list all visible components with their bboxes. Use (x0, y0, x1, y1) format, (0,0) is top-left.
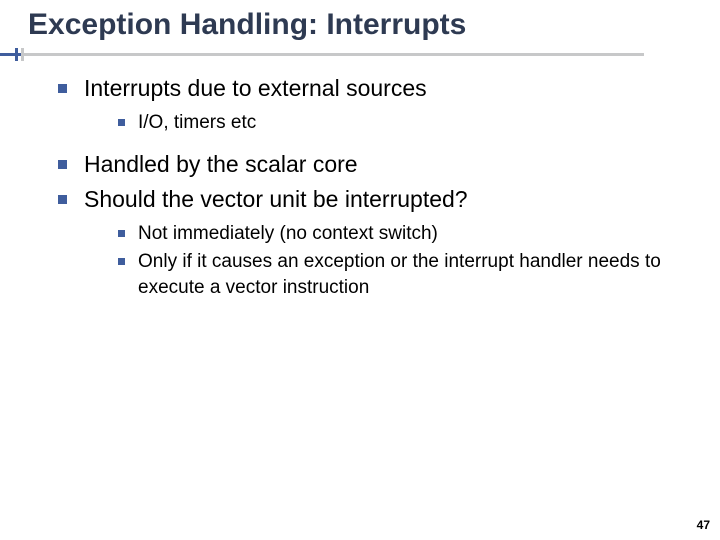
bullet-list: Interrupts due to external sources I/O, … (56, 73, 680, 311)
bullet-text: Not immediately (no context switch) (138, 223, 438, 244)
bullet-text: Only if it causes an exception or the in… (138, 251, 661, 298)
bullet-text: I/O, timers etc (138, 112, 256, 133)
list-item: Only if it causes an exception or the in… (116, 249, 680, 300)
title-block: Exception Handling: Interrupts (0, 0, 720, 43)
list-item: Interrupts due to external sources I/O, … (56, 73, 680, 146)
list-item: Handled by the scalar core (56, 149, 680, 180)
bullet-text: Should the vector unit be interrupted? (84, 186, 468, 212)
bullet-text: Interrupts due to external sources (84, 75, 427, 101)
rule-grey (0, 53, 644, 56)
sub-bullet-list: Not immediately (no context switch) Only… (84, 215, 680, 310)
tick-grey (21, 48, 24, 61)
list-item: I/O, timers etc (116, 110, 680, 136)
sub-bullet-list: I/O, timers etc (84, 104, 680, 146)
list-item: Should the vector unit be interrupted? N… (56, 184, 680, 310)
bullet-text: Handled by the scalar core (84, 151, 358, 177)
page-number: 47 (697, 518, 710, 532)
slide-content: Interrupts due to external sources I/O, … (0, 43, 720, 311)
slide-title: Exception Handling: Interrupts (28, 8, 720, 43)
tick-blue (15, 48, 18, 61)
title-underline (0, 48, 644, 60)
list-item: Not immediately (no context switch) (116, 221, 680, 247)
